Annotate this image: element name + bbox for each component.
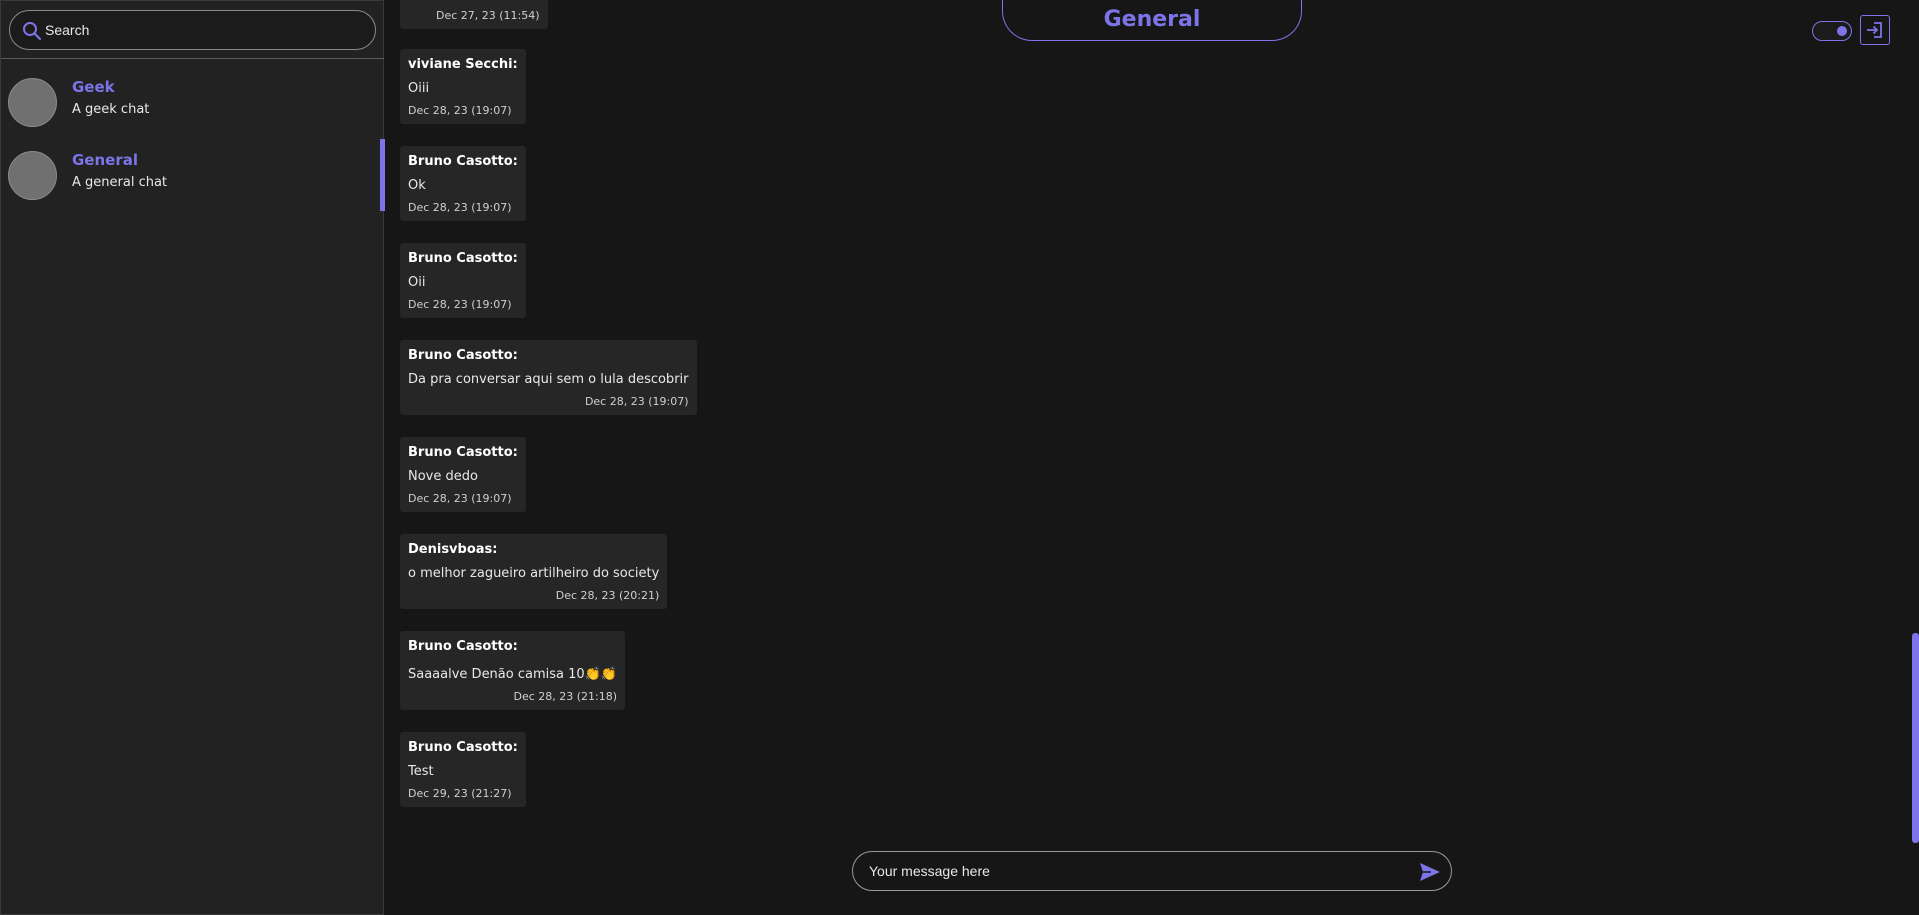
avatar: [8, 78, 57, 127]
message-text: Ok: [408, 178, 426, 193]
sidebar: Geek A geek chat General A general chat: [0, 0, 385, 915]
message-text: o melhor zagueiro artilheiro do society: [408, 566, 660, 581]
send-icon: [1420, 863, 1440, 881]
chat-item-general[interactable]: General A general chat: [1, 139, 385, 211]
message-bubble: Bruno Casotto: Da pra conversar aqui sem…: [400, 340, 697, 415]
chat-name: Geek: [72, 78, 115, 96]
message-time: Dec 28, 23 (19:07): [408, 104, 512, 117]
logout-button[interactable]: [1860, 15, 1890, 45]
chat-name: General: [72, 151, 138, 169]
chat-header: General: [1002, 0, 1302, 41]
avatar: [8, 151, 57, 200]
message-author: viviane Secchi:: [408, 57, 518, 72]
search-input[interactable]: [45, 11, 365, 49]
message-bubble: Dec 27, 23 (11:54): [400, 0, 548, 29]
send-button[interactable]: [1417, 859, 1443, 885]
message-bubble: viviane Secchi: Oiii Dec 28, 23 (19:07): [400, 49, 526, 124]
message-author: Denisvboas:: [408, 542, 498, 557]
message-text: Oii: [408, 275, 426, 290]
message-time: Dec 28, 23 (19:07): [408, 201, 512, 214]
message-bubble: Bruno Casotto: Ok Dec 28, 23 (19:07): [400, 146, 526, 221]
message-time: Dec 28, 23 (19:07): [408, 298, 512, 311]
chat-description: A geek chat: [72, 102, 150, 117]
message-bubble: Bruno Casotto: Nove dedo Dec 28, 23 (19:…: [400, 437, 526, 512]
search-icon: [22, 21, 42, 41]
toggle-knob: [1837, 26, 1847, 36]
scrollbar-thumb[interactable]: [1912, 633, 1919, 843]
message-bubble: Bruno Casotto: Saaaalve Denão camisa 10👏…: [400, 631, 626, 710]
message-text: Test: [408, 764, 434, 779]
message-text: Saaaalve Denão camisa 10👏👏: [408, 667, 618, 682]
message-text: Oiii: [408, 81, 430, 96]
message-text: Da pra conversar aqui sem o lula descobr…: [408, 372, 689, 387]
logout-icon: [1867, 22, 1882, 38]
chat-title: General: [1103, 7, 1201, 32]
message-bubble: Denisvboas: o melhor zagueiro artilheiro…: [400, 534, 668, 609]
message-list[interactable]: Dec 27, 23 (11:54) viviane Secchi: Oiii …: [384, 0, 1904, 830]
chat-description: A general chat: [72, 175, 168, 190]
message-time: Dec 29, 23 (21:27): [408, 787, 512, 800]
message-text: Nove dedo: [408, 469, 478, 484]
message-author: Bruno Casotto:: [408, 445, 518, 460]
message-author: Bruno Casotto:: [408, 639, 518, 654]
chat-panel: Dec 27, 23 (11:54) viviane Secchi: Oiii …: [384, 0, 1919, 915]
theme-toggle[interactable]: [1812, 21, 1852, 41]
message-bubble: Bruno Casotto: Oii Dec 28, 23 (19:07): [400, 243, 526, 318]
chat-item-geek[interactable]: Geek A geek chat: [1, 66, 384, 138]
message-composer[interactable]: [852, 851, 1452, 891]
message-time: Dec 28, 23 (19:07): [584, 395, 689, 408]
message-time: Dec 27, 23 (11:54): [436, 9, 540, 22]
message-time: Dec 28, 23 (19:07): [408, 492, 512, 505]
message-time: Dec 28, 23 (21:18): [513, 690, 618, 703]
message-author: Bruno Casotto:: [408, 154, 518, 169]
message-time: Dec 28, 23 (20:21): [555, 589, 660, 602]
message-bubble: Bruno Casotto: Test Dec 29, 23 (21:27): [400, 732, 526, 807]
message-author: Bruno Casotto:: [408, 740, 518, 755]
sidebar-divider: [1, 58, 384, 59]
message-input[interactable]: [869, 852, 1399, 890]
message-author: Bruno Casotto:: [408, 251, 518, 266]
search-box[interactable]: [9, 10, 376, 50]
message-author: Bruno Casotto:: [408, 348, 518, 363]
